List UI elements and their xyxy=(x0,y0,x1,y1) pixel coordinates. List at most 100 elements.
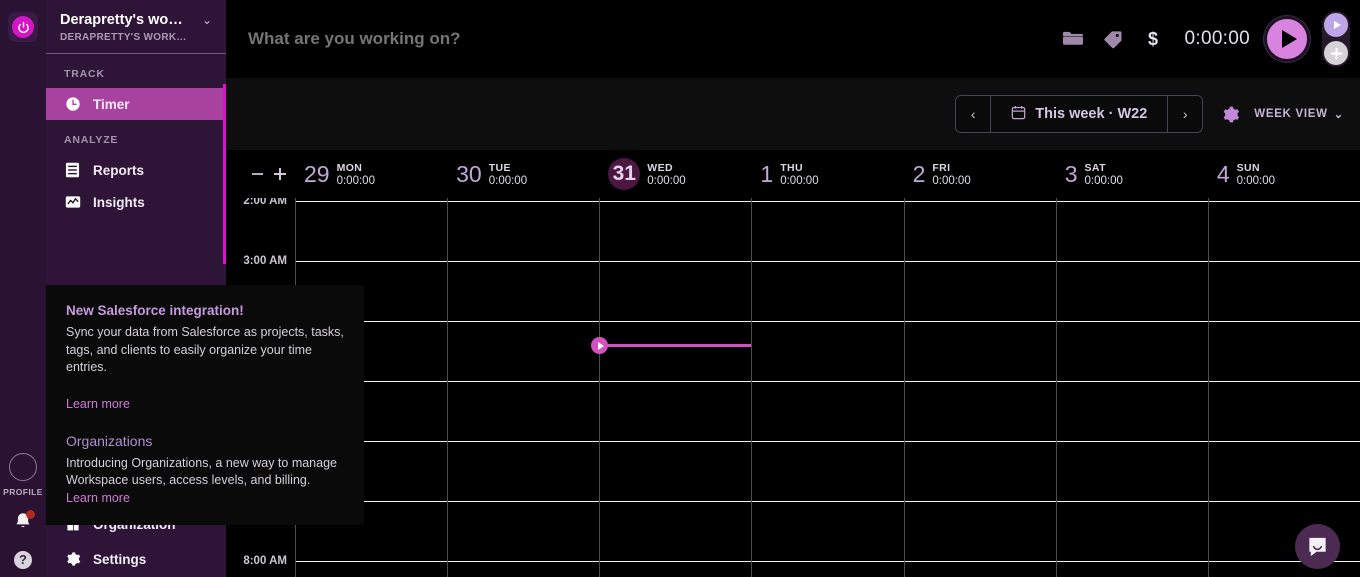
day-column-divider xyxy=(599,198,600,577)
date-range-button[interactable]: This week · W22 xyxy=(990,96,1169,132)
notification-learn-more-organizations[interactable]: Learn more xyxy=(66,491,130,505)
day-header-row: 29 MON 0:00:00 30 TUE 0:00:00 31 WED 0:00:00 1 THU… xyxy=(226,150,1360,198)
play-icon xyxy=(597,341,604,350)
day-of-week-label: MON xyxy=(336,161,363,174)
notification-learn-more-salesforce[interactable]: Learn more xyxy=(66,397,344,411)
workspace-subtitle: DERAPRETTY'S WORK… xyxy=(60,32,187,43)
day-meta: FRI 0:00:00 xyxy=(932,162,970,187)
avatar[interactable] xyxy=(9,453,37,481)
timer-mode-icon[interactable] xyxy=(1324,13,1348,37)
day-number-today: 31 xyxy=(608,158,641,190)
day-meta: TUE 0:00:00 xyxy=(489,162,527,187)
play-icon xyxy=(1281,30,1297,48)
week-nav-bar: ‹ This week · W22 › WEEK VIEW ⌄ xyxy=(226,78,1360,150)
gear-icon xyxy=(64,551,81,568)
day-of-week-label: SUN xyxy=(1236,161,1261,174)
day-total-time: 0:00:00 xyxy=(488,174,528,187)
hour-gridline xyxy=(295,201,1360,202)
sidebar-item-settings[interactable]: Settings xyxy=(46,541,226,577)
calendar-grid[interactable]: 2:00 AM 3:00 AM 8:00 AM xyxy=(226,198,1360,577)
hour-gridline xyxy=(295,561,1360,562)
notification-title-organizations: Organizations xyxy=(66,432,153,449)
day-total-time: 0:00:00 xyxy=(780,174,819,187)
zoom-out-button[interactable] xyxy=(251,173,263,175)
hour-gridline xyxy=(295,381,1360,382)
notification-body-organizations: Introducing Organizations, a new way to … xyxy=(66,455,344,508)
help-question-icon[interactable]: ? xyxy=(14,551,32,569)
power-logo-icon xyxy=(12,16,34,38)
workspace-name: Derapretty's wo… xyxy=(60,12,183,28)
next-week-button[interactable]: › xyxy=(1168,96,1203,132)
timer-display: 0:00:00 xyxy=(1184,28,1250,49)
app-root: PROFILE ? Derapretty's wo… DERAPRETTY'S … xyxy=(0,0,1360,577)
day-header-sun[interactable]: 4 SUN 0:00:00 xyxy=(1208,158,1360,190)
day-column-divider xyxy=(447,198,448,577)
chevron-down-icon: ⌄ xyxy=(1333,109,1344,121)
folder-icon[interactable] xyxy=(1053,19,1093,59)
sidebar-item-insights[interactable]: Insights xyxy=(46,186,226,218)
sidebar-item-reports[interactable]: Reports xyxy=(46,154,226,186)
grid-area[interactable] xyxy=(295,198,1360,577)
notification-title-salesforce: New Salesforce integration! xyxy=(66,303,244,318)
date-range-label: This week · W22 xyxy=(1035,106,1148,122)
day-number: 2 xyxy=(912,160,926,187)
profile-label: PROFILE xyxy=(3,487,43,497)
task-description-input[interactable] xyxy=(248,29,988,49)
reports-icon xyxy=(64,162,81,179)
workspace-switcher[interactable]: Derapretty's wo… DERAPRETTY'S WORK… ⌄ xyxy=(46,0,226,53)
zoom-in-button[interactable] xyxy=(273,168,286,180)
prev-week-button[interactable]: ‹ xyxy=(956,96,991,132)
day-of-week-label: SAT xyxy=(1084,161,1106,174)
sidebar-item-label: Insights xyxy=(93,194,145,210)
dollar-icon[interactable]: $ xyxy=(1133,19,1173,59)
rail-bottom-group: PROFILE ? xyxy=(0,453,46,577)
day-number: 29 xyxy=(304,160,330,187)
day-column-divider xyxy=(751,198,752,577)
day-of-week-label: TUE xyxy=(488,161,511,174)
view-mode-label: WEEK VIEW xyxy=(1254,108,1328,120)
hour-gridline xyxy=(295,261,1360,262)
top-bar-actions: $ 0:00:00 xyxy=(1053,11,1360,67)
day-header-thu[interactable]: 1 THU 0:00:00 xyxy=(751,158,903,190)
day-header-mon[interactable]: 29 MON 0:00:00 xyxy=(295,158,447,190)
day-of-week-label: WED xyxy=(647,161,673,174)
section-label-track: TRACK xyxy=(64,68,105,80)
start-timer-button[interactable] xyxy=(1264,16,1310,62)
day-header-sat[interactable]: 3 SAT 0:00:00 xyxy=(1056,158,1208,190)
calendar-icon xyxy=(1011,105,1026,124)
sidebar-item-label: Reports xyxy=(93,162,145,178)
day-number: 3 xyxy=(1064,160,1078,187)
notification-bell-icon[interactable] xyxy=(12,510,35,533)
top-bar: $ 0:00:00 xyxy=(226,0,1360,78)
day-meta: MON 0:00:00 xyxy=(337,162,375,187)
day-column-divider xyxy=(1208,198,1209,577)
day-of-week-label: THU xyxy=(780,161,803,174)
day-total-time: 0:00:00 xyxy=(336,174,375,187)
chevron-down-icon: ⌄ xyxy=(201,13,212,27)
sidebar-item-timer[interactable]: Timer xyxy=(46,88,226,120)
day-of-week-label: FRI xyxy=(932,161,951,174)
day-header-wed[interactable]: 31 WED 0:00:00 xyxy=(599,158,751,190)
running-timer-marker[interactable] xyxy=(591,337,608,354)
clock-icon xyxy=(64,96,81,113)
chat-bubble-icon[interactable] xyxy=(1295,524,1340,569)
day-number: 4 xyxy=(1216,160,1230,187)
hour-label: 8:00 AM xyxy=(243,555,287,567)
day-header-fri[interactable]: 2 FRI 0:00:00 xyxy=(904,158,1056,190)
day-column-divider xyxy=(904,198,905,577)
date-range-selector: ‹ This week · W22 › xyxy=(955,95,1204,133)
grid-settings-button[interactable] xyxy=(1221,105,1240,124)
sidebar-item-label: Settings xyxy=(93,551,147,567)
zoom-controls xyxy=(226,168,295,180)
manual-mode-plus-icon[interactable] xyxy=(1324,41,1348,65)
day-total-time: 0:00:00 xyxy=(647,174,686,187)
mode-toggle-group xyxy=(1322,11,1350,67)
icon-rail: PROFILE ? xyxy=(0,0,46,577)
notification-badge xyxy=(26,510,35,519)
hour-label: 2:00 AM xyxy=(243,198,287,207)
view-mode-selector[interactable]: WEEK VIEW ⌄ xyxy=(1254,107,1344,121)
running-timer-bar[interactable] xyxy=(599,344,751,347)
tag-icon[interactable] xyxy=(1093,19,1133,59)
app-logo-button[interactable] xyxy=(8,12,38,42)
day-header-tue[interactable]: 30 TUE 0:00:00 xyxy=(447,158,599,190)
